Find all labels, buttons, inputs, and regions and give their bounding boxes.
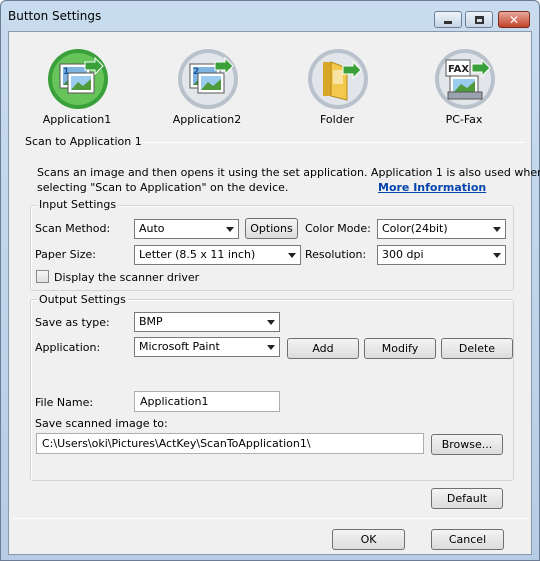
section-description-line2: selecting "Scan to Application" on the d… — [37, 181, 289, 194]
folder-icon — [308, 49, 368, 109]
scan-method-label: Scan Method: — [35, 222, 111, 235]
application-value: Microsoft Paint — [139, 340, 220, 353]
window-title: Button Settings — [8, 9, 102, 23]
chevron-down-icon — [493, 227, 501, 232]
maximize-icon — [474, 15, 484, 24]
dialog-client-area: 1 Application1 2 Application2 Folder FAX… — [8, 31, 540, 555]
mode-folder[interactable]: Folder — [282, 46, 392, 128]
close-icon: ✕ — [508, 12, 520, 27]
save-as-type-value: BMP — [139, 315, 163, 328]
color-mode-label: Color Mode: — [305, 222, 371, 235]
application-select[interactable]: Microsoft Paint — [134, 337, 280, 357]
chevron-down-icon — [288, 253, 296, 258]
chevron-down-icon — [267, 345, 275, 350]
scan-method-value: Auto — [139, 222, 165, 235]
scan-method-select[interactable]: Auto — [134, 219, 239, 239]
display-driver-label: Display the scanner driver — [54, 271, 200, 284]
file-name-input[interactable]: Application1 — [134, 391, 280, 412]
default-button[interactable]: Default — [431, 488, 503, 509]
close-button[interactable]: ✕ — [498, 11, 530, 28]
delete-button[interactable]: Delete — [441, 338, 513, 359]
resolution-label: Resolution: — [305, 248, 367, 261]
minimize-icon — [444, 21, 452, 24]
chevron-down-icon — [493, 253, 501, 258]
ok-button[interactable]: OK — [332, 529, 405, 550]
section-separator — [139, 142, 525, 143]
mode-label: Application2 — [172, 113, 242, 126]
color-mode-select[interactable]: Color(24bit) — [377, 219, 506, 239]
save-path-input[interactable]: C:\Users\oki\Pictures\ActKey\ScanToAppli… — [36, 433, 424, 454]
options-button[interactable]: Options — [245, 218, 298, 239]
mode-application2[interactable]: 2 Application2 — [152, 46, 262, 128]
browse-button[interactable]: Browse... — [431, 434, 503, 455]
display-driver-checkbox[interactable] — [36, 270, 49, 283]
resolution-select[interactable]: 300 dpi — [377, 245, 506, 265]
mode-pc-fax[interactable]: FAX PC-Fax — [409, 46, 519, 128]
color-mode-value: Color(24bit) — [382, 222, 448, 235]
save-path-label: Save scanned image to: — [35, 417, 168, 430]
modify-button[interactable]: Modify — [364, 338, 436, 359]
title-bar[interactable]: Button Settings ✕ — [1, 1, 539, 31]
pc-fax-icon: FAX — [435, 49, 495, 109]
mode-application1[interactable]: 1 Application1 — [22, 46, 132, 128]
application1-icon: 1 — [48, 49, 108, 109]
paper-size-value: Letter (8.5 x 11 inch) — [139, 248, 256, 261]
mode-label: PC-Fax — [445, 113, 483, 126]
svg-text:FAX: FAX — [448, 64, 469, 75]
paper-size-label: Paper Size: — [35, 248, 96, 261]
button-settings-window: Button Settings ✕ 1 Application1 2 Appli… — [0, 0, 540, 561]
minimize-button[interactable] — [434, 11, 462, 28]
application2-icon: 2 — [178, 49, 238, 109]
cancel-button[interactable]: Cancel — [431, 529, 504, 550]
mode-label: Folder — [320, 113, 354, 126]
svg-text:2: 2 — [193, 67, 199, 77]
output-settings-title: Output Settings — [37, 293, 128, 306]
input-settings-title: Input Settings — [37, 198, 119, 211]
add-button[interactable]: Add — [287, 338, 359, 359]
resolution-value: 300 dpi — [382, 248, 424, 261]
section-description-line1: Scans an image and then opens it using t… — [37, 166, 540, 179]
svg-text:1: 1 — [63, 67, 69, 77]
save-as-type-label: Save as type: — [35, 316, 110, 329]
chevron-down-icon — [226, 227, 234, 232]
maximize-button[interactable] — [465, 11, 493, 28]
section-title: Scan to Application 1 — [25, 135, 142, 148]
mode-label: Application1 — [42, 113, 112, 126]
more-information-link[interactable]: More Information — [378, 181, 486, 194]
paper-size-select[interactable]: Letter (8.5 x 11 inch) — [134, 245, 301, 265]
file-name-label: File Name: — [35, 396, 94, 409]
save-as-type-select[interactable]: BMP — [134, 312, 280, 332]
application-label: Application: — [35, 341, 101, 354]
footer-separator — [13, 518, 527, 519]
chevron-down-icon — [267, 320, 275, 325]
